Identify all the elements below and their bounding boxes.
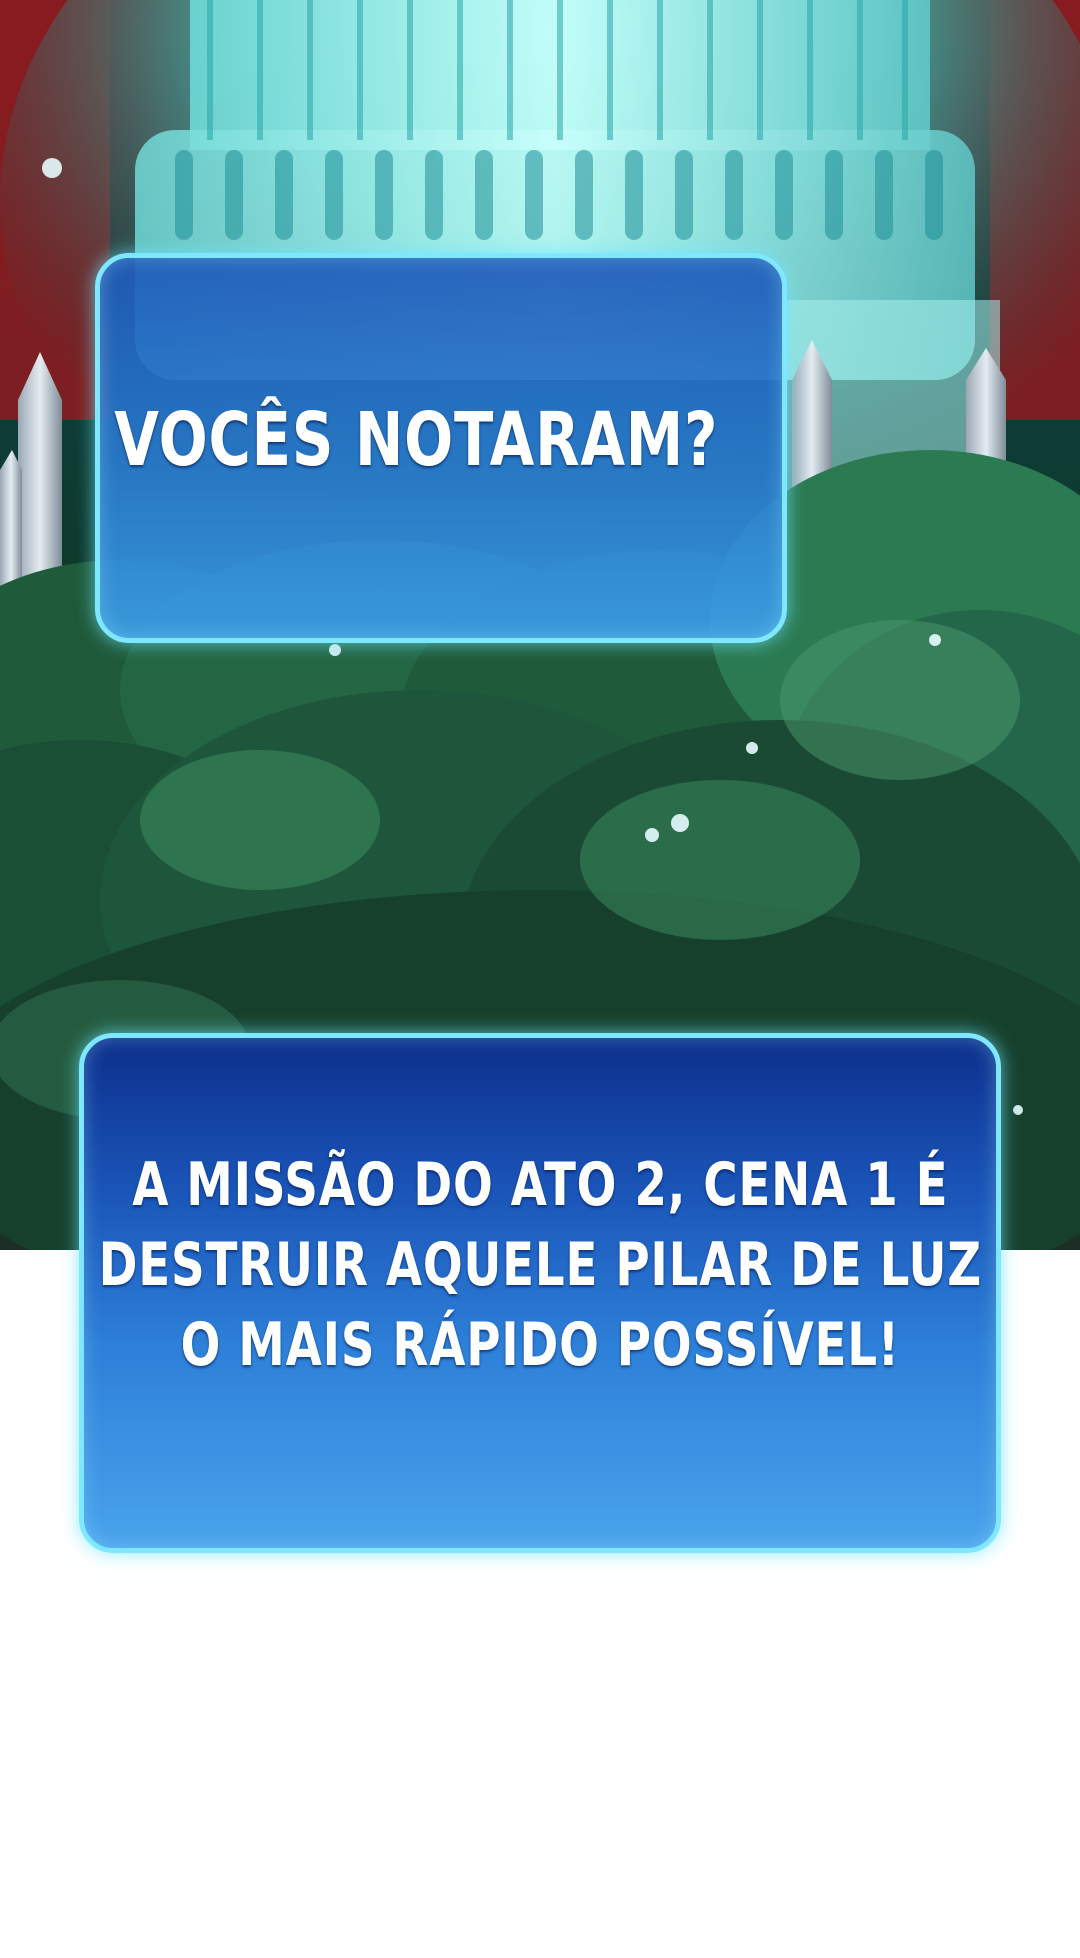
dialogue-line: O MAIS RÁPIDO POSSÍVEL!: [180, 1310, 900, 1380]
dialogue-line: A MISSÃO DO ATO 2, CENA 1 É: [131, 1150, 949, 1220]
dialogue-text: VOCÊS NOTARAM?: [113, 397, 719, 483]
dialogue-line: DESTRUIR AQUELE PILAR DE LUZ: [98, 1230, 982, 1300]
dialogue-box: VOCÊS NOTARAM?: [95, 253, 787, 643]
dialogue-text: A MISSÃO DO ATO 2, CENA 1 É DESTRUIR AQU…: [98, 1145, 981, 1385]
dialogue-box: A MISSÃO DO ATO 2, CENA 1 É DESTRUIR AQU…: [79, 1033, 1001, 1553]
